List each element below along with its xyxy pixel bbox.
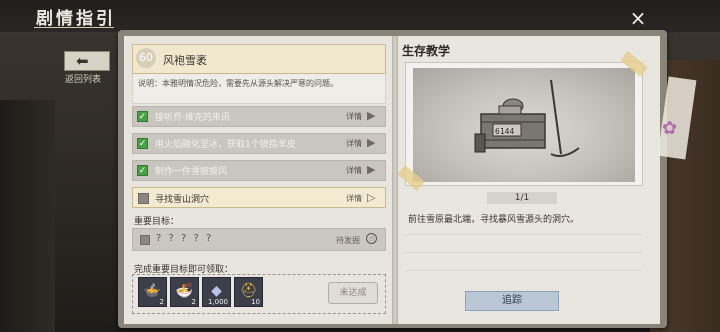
- objective-text: 接听乔·维克的来讯: [155, 113, 230, 123]
- unchecked-box-icon: [140, 235, 150, 245]
- page-title: 剧情指引: [36, 9, 116, 29]
- back-arrow-icon: ⬅: [76, 52, 89, 70]
- objective-text: 寻找雪山洞穴: [155, 195, 210, 205]
- task-number-badge: 60: [136, 48, 156, 68]
- chevron-right-icon[interactable]: ▷: [367, 191, 375, 204]
- task-title: 风袍雪袤: [163, 54, 207, 67]
- svg-text:6144: 6144: [495, 127, 514, 136]
- hand-icon: ☝: [366, 233, 377, 244]
- reward-item-crystal[interactable]: ◆ 1,000: [202, 277, 231, 307]
- close-icon[interactable]: ×: [628, 8, 648, 28]
- task-description: 说明：本雅明情况危险，需要先从源头解决严寒的问题。: [138, 79, 338, 88]
- chevron-right-icon[interactable]: ▶: [367, 136, 375, 149]
- reward-item-helmet[interactable]: ⛑ 10: [234, 277, 263, 307]
- unchecked-box-icon: [138, 193, 149, 204]
- objective-detail-link[interactable]: 详情: [346, 165, 362, 176]
- track-button[interactable]: 追踪: [465, 291, 559, 311]
- back-label[interactable]: 返回列表: [65, 72, 101, 85]
- helmet-icon: ⛑: [239, 283, 258, 299]
- reward-item-hotpot[interactable]: 🍲 2: [138, 277, 167, 307]
- survival-photo: 6144: [413, 68, 635, 182]
- back-button[interactable]: ⬅: [64, 51, 110, 71]
- reward-count: 10: [251, 298, 260, 306]
- important-goal-text: ? ? ? ? ?: [156, 233, 214, 244]
- ruled-line: [405, 252, 641, 253]
- claim-reward-button[interactable]: 未达成: [328, 282, 378, 304]
- reward-count: 2: [159, 298, 164, 306]
- page-indicator: 1/1: [487, 192, 557, 204]
- survival-description: 前往雪原最北端，寻找暴风雪源头的洞穴。: [408, 215, 580, 225]
- reward-count: 1,000: [207, 298, 228, 306]
- objective-text: 用火焰融化坚冰，获取1个锐指羊皮: [155, 140, 296, 150]
- check-icon: ✓: [137, 165, 148, 176]
- pending-status: 待发掘: [336, 236, 360, 245]
- crystal-icon: ◆: [211, 283, 222, 299]
- important-goal-label: 重要目标：: [134, 217, 180, 227]
- reward-item-dish[interactable]: 🍜 2: [170, 277, 199, 307]
- check-icon: ✓: [137, 138, 148, 149]
- objective-text: 制作一件雪披披风: [155, 167, 228, 177]
- title-underline: [34, 27, 114, 28]
- objective-detail-link[interactable]: 详情: [346, 138, 362, 149]
- check-icon: ✓: [137, 111, 148, 122]
- ruled-line: [405, 270, 641, 271]
- supply-crate-illustration: 6144: [474, 79, 580, 157]
- objective-detail-link[interactable]: 详情: [346, 111, 362, 122]
- chevron-right-icon[interactable]: ▶: [367, 163, 375, 176]
- reward-count: 2: [191, 298, 196, 306]
- ruled-line: [405, 234, 641, 235]
- book-spine: [392, 36, 398, 324]
- chevron-right-icon[interactable]: ▶: [367, 109, 375, 122]
- dish-icon: 🍜: [175, 283, 194, 299]
- flower-icon: ✿: [662, 118, 678, 139]
- background-left-shadow: [0, 100, 55, 332]
- survival-title: 生存教学: [402, 44, 451, 58]
- hotpot-icon: 🍲: [143, 283, 162, 299]
- objective-detail-link[interactable]: 详情: [346, 193, 362, 204]
